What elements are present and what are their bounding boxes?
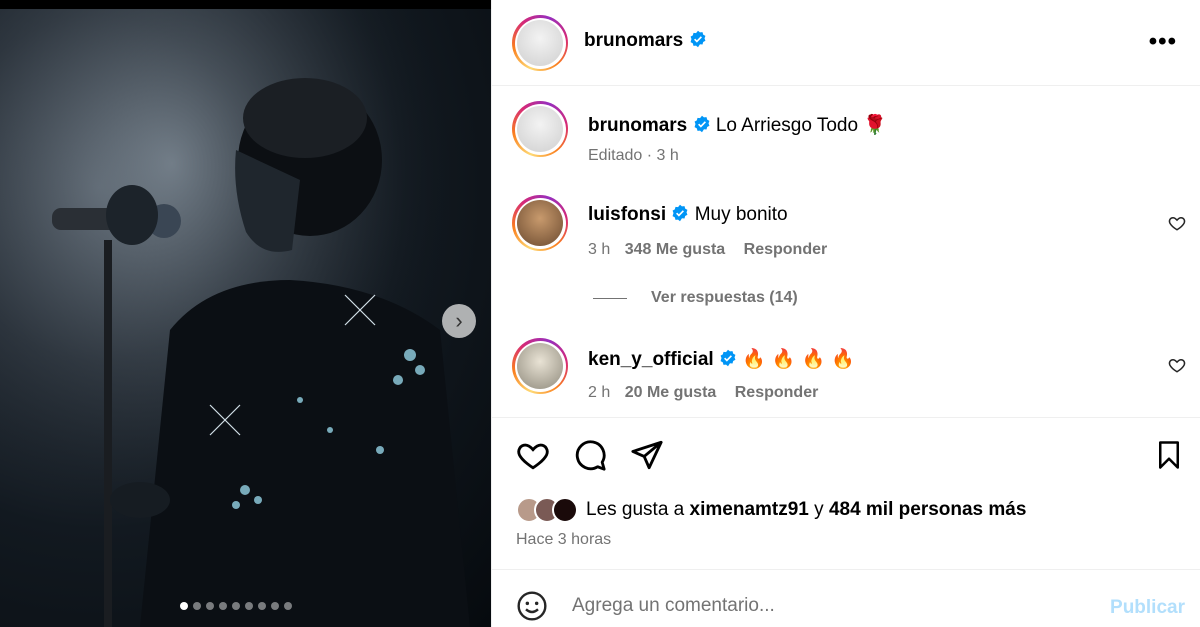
comment-avatar[interactable] [512, 338, 568, 394]
view-replies-button[interactable]: Ver respuestas (14) [593, 289, 798, 307]
comment-likes[interactable]: 20 Me gusta [625, 384, 717, 401]
like-comment-heart-icon[interactable] [1168, 356, 1186, 374]
verified-badge-icon [720, 349, 736, 367]
likes-count[interactable]: 484 mil personas más [829, 499, 1027, 521]
share-paper-plane-icon[interactable] [629, 438, 665, 472]
comment-avatar[interactable] [512, 195, 568, 251]
carousel-dot [232, 602, 240, 610]
verified-badge-icon [690, 30, 705, 48]
post-comment-button[interactable]: Publicar [1110, 597, 1185, 619]
comment-time: 3 h [588, 241, 611, 258]
carousel-dot [219, 602, 227, 610]
carousel-dot [206, 602, 214, 610]
carousel-dot [258, 602, 266, 610]
liker-username[interactable]: ximenamtz91 [690, 499, 809, 521]
next-media-button[interactable]: › [442, 304, 476, 338]
carousel-dot [245, 602, 253, 610]
comment-input[interactable] [572, 588, 1072, 624]
verified-badge-icon [694, 115, 709, 133]
author-username[interactable]: brunomars [584, 30, 683, 51]
comment-username[interactable]: luisfonsi [588, 204, 666, 225]
author-photo [517, 20, 563, 66]
comment-time: 2 h [588, 384, 611, 401]
comment-bar: Publicar [492, 569, 1200, 627]
more-options-button[interactable]: ••• [1149, 28, 1177, 56]
caption-line: brunomars Lo Arriesgo Todo 🌹 [588, 113, 887, 137]
concert-photo [0, 9, 491, 627]
emoji-icon[interactable] [516, 590, 548, 622]
like-comment-heart-icon[interactable] [1168, 214, 1186, 232]
carousel-dot [193, 602, 201, 610]
reply-button[interactable]: Responder [744, 241, 828, 258]
carousel-dot [180, 602, 188, 610]
post-panel: brunomars ••• brunomars Lo Arriesgo Todo… [491, 0, 1200, 627]
comment-bubble-icon[interactable] [572, 438, 608, 472]
comment-line: ken_y_official 🔥🔥🔥🔥 [588, 347, 861, 371]
carousel-dots [180, 602, 292, 610]
divider [492, 417, 1200, 418]
bookmark-icon[interactable] [1154, 438, 1184, 472]
post-timestamp[interactable]: Hace 3 horas [516, 531, 611, 549]
author-avatar[interactable] [512, 15, 568, 71]
comment-meta: 3 h 348 Me gusta Responder [588, 241, 827, 259]
like-heart-icon[interactable] [515, 438, 551, 472]
caption-text: Lo Arriesgo Todo 🌹 [715, 115, 887, 136]
carousel-dot [284, 602, 292, 610]
comment-line: luisfonsi Muy bonito [588, 204, 788, 226]
reply-button[interactable]: Responder [735, 384, 819, 401]
comment-text: 🔥🔥🔥🔥 [742, 349, 861, 370]
comment-likes[interactable]: 348 Me gusta [625, 241, 725, 258]
post-media[interactable]: › [0, 0, 491, 627]
caption-username[interactable]: brunomars [588, 115, 687, 136]
caption-meta: Editado · 3 h [588, 147, 679, 164]
post-header: brunomars ••• [492, 0, 1200, 86]
liker-avatars [516, 497, 578, 523]
liker-avatar[interactable] [552, 497, 578, 523]
carousel-dot [271, 602, 279, 610]
caption-avatar[interactable] [512, 101, 568, 157]
comment-meta: 2 h 20 Me gusta Responder [588, 384, 818, 402]
comment-text: Muy bonito [694, 204, 788, 225]
likes-summary: Les gusta a ximenamtz91 y 484 mil person… [516, 497, 1026, 523]
verified-badge-icon [672, 204, 688, 222]
comment-username[interactable]: ken_y_official [588, 349, 714, 370]
